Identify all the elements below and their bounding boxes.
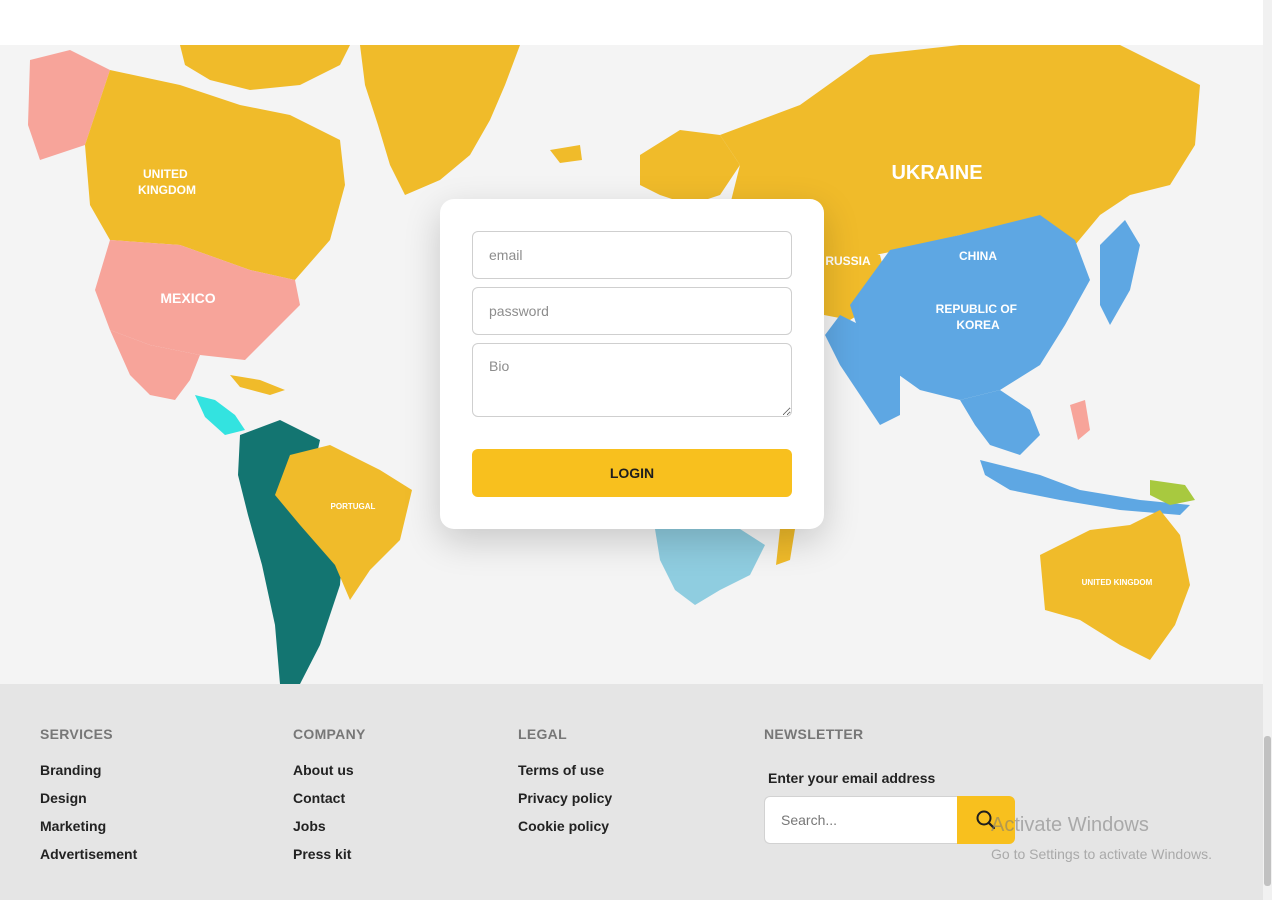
- scrollbar-thumb[interactable]: [1264, 736, 1271, 886]
- footer-link-jobs[interactable]: Jobs: [293, 816, 366, 836]
- search-icon: [976, 810, 996, 830]
- top-bar: [0, 0, 1263, 45]
- footer-services: SERVICES Branding Design Marketing Adver…: [40, 726, 137, 864]
- newsletter-label: Enter your email address: [768, 770, 936, 786]
- map-region-iceland: [550, 145, 582, 163]
- map-label-mexico: MEXICO: [160, 290, 215, 306]
- footer-newsletter: NEWSLETTER Enter your email address: [764, 726, 1015, 844]
- footer-company: COMPANY About us Contact Jobs Press kit: [293, 726, 366, 864]
- login-button[interactable]: LOGIN: [472, 449, 792, 497]
- map-region-madagascar: [776, 529, 795, 565]
- newsletter-search-input[interactable]: [764, 796, 958, 844]
- footer-link-cookie-policy[interactable]: Cookie policy: [518, 816, 612, 836]
- password-input[interactable]: [472, 287, 792, 335]
- footer-link-about-us[interactable]: About us: [293, 760, 366, 780]
- map-label-ukraine: UKRAINE: [891, 162, 982, 184]
- map-region-new-guinea: [1150, 480, 1195, 505]
- map-region-japan: [1100, 220, 1140, 325]
- footer-link-terms-of-use[interactable]: Terms of use: [518, 760, 612, 780]
- login-card: LOGIN: [440, 199, 824, 529]
- map-region-caribbean: [230, 375, 285, 395]
- map-region-arctic-isles: [180, 45, 350, 90]
- map-label-russia: RUSSIA: [825, 254, 871, 268]
- footer-link-privacy-policy[interactable]: Privacy policy: [518, 788, 612, 808]
- map-label-portugal: PORTUGAL: [331, 502, 376, 511]
- map-region-central-america: [195, 395, 245, 435]
- bio-textarea[interactable]: [472, 343, 792, 417]
- footer-link-marketing[interactable]: Marketing: [40, 816, 137, 836]
- footer-company-title: COMPANY: [293, 726, 366, 742]
- map-label-united-kingdom-2: UNITED KINGDOM: [1082, 578, 1153, 587]
- footer-link-branding[interactable]: Branding: [40, 760, 137, 780]
- footer-newsletter-title: NEWSLETTER: [764, 726, 864, 742]
- footer-legal-title: LEGAL: [518, 726, 567, 742]
- footer-link-advertisement[interactable]: Advertisement: [40, 844, 137, 864]
- footer-services-title: SERVICES: [40, 726, 113, 742]
- footer-link-press-kit[interactable]: Press kit: [293, 844, 366, 864]
- map-region-greenland: [360, 45, 520, 195]
- footer-link-design[interactable]: Design: [40, 788, 137, 808]
- email-input[interactable]: [472, 231, 792, 279]
- footer-link-contact[interactable]: Contact: [293, 788, 366, 808]
- newsletter-search-button[interactable]: [957, 796, 1015, 844]
- page-scrollbar[interactable]: [1263, 0, 1272, 900]
- footer: SERVICES Branding Design Marketing Adver…: [0, 684, 1263, 900]
- map-region-southeast-asia: [960, 390, 1040, 455]
- map-label-china: CHINA: [959, 249, 997, 263]
- map-region-philippines: [1070, 400, 1090, 440]
- map-region-southern-africa: [655, 529, 765, 605]
- footer-legal: LEGAL Terms of use Privacy policy Cookie…: [518, 726, 612, 836]
